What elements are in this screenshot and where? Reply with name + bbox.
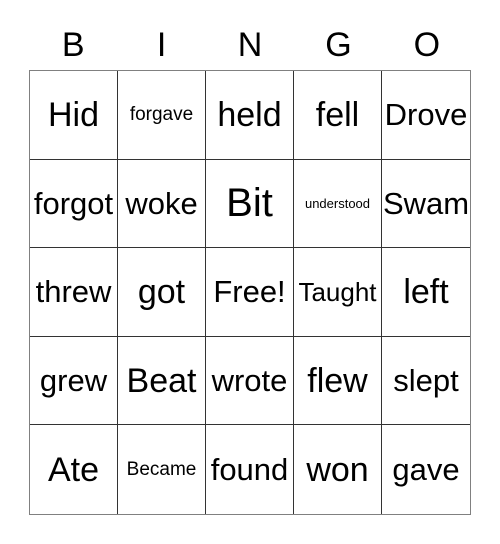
bingo-cell[interactable]: gave xyxy=(382,425,470,514)
bingo-cell[interactable]: got xyxy=(118,248,206,337)
bingo-cell-label: Became xyxy=(126,459,197,481)
bingo-cell[interactable]: Bit xyxy=(206,159,294,249)
bingo-cell-label: Free! xyxy=(213,274,286,310)
bingo-cell-label: gave xyxy=(392,452,460,488)
bingo-cell-label: threw xyxy=(35,274,112,310)
header-letter-g: G xyxy=(325,26,352,64)
bingo-cell-label: fell xyxy=(315,95,360,134)
bingo-cell[interactable]: Taught xyxy=(294,248,382,337)
bingo-cell-label: held xyxy=(217,95,282,134)
bingo-cell[interactable]: slept xyxy=(382,336,470,426)
bingo-cell[interactable]: left xyxy=(382,248,470,337)
bingo-cell[interactable]: flew xyxy=(294,336,382,426)
bingo-cell-label: Swam xyxy=(382,185,470,221)
bingo-cell-label: flew xyxy=(307,361,368,400)
bingo-cell[interactable]: understood xyxy=(294,159,382,249)
bingo-cell[interactable]: forgot xyxy=(30,159,118,249)
bingo-cell-label: wrote xyxy=(211,363,288,399)
bingo-cell-label: slept xyxy=(393,363,459,399)
bingo-cell[interactable]: held xyxy=(206,71,294,160)
bingo-header-row: B I N G O xyxy=(29,20,471,70)
bingo-cell[interactable]: wrote xyxy=(206,336,294,426)
bingo-cell-label: Hid xyxy=(47,95,100,134)
bingo-cell-label: Beat xyxy=(126,361,197,400)
bingo-cell[interactable]: Hid xyxy=(30,71,118,160)
bingo-cell-label: Bit xyxy=(226,181,273,226)
bingo-cell-label: forgot xyxy=(33,185,114,221)
bingo-cell-label: found xyxy=(210,452,289,488)
bingo-cell-free-space[interactable]: Free! xyxy=(206,248,294,337)
bingo-cell-label: left xyxy=(403,272,449,311)
bingo-cell[interactable]: Swam xyxy=(382,159,470,249)
bingo-cell-label: Taught xyxy=(298,276,377,307)
bingo-cell[interactable]: Ate xyxy=(30,425,118,514)
bingo-cell-label: grew xyxy=(39,363,108,399)
bingo-cell[interactable]: Became xyxy=(118,425,206,514)
header-letter-b: B xyxy=(61,26,85,64)
bingo-cell[interactable]: Beat xyxy=(118,336,206,426)
bingo-cell[interactable]: forgave xyxy=(118,71,206,160)
bingo-cell-label: woke xyxy=(125,185,198,221)
bingo-cell[interactable]: Drove xyxy=(382,71,470,160)
bingo-cell-label: Drove xyxy=(384,97,468,133)
bingo-cell-label: won xyxy=(306,450,369,489)
bingo-cell-label: forgave xyxy=(129,104,194,126)
bingo-cell-label: understood xyxy=(304,195,371,211)
bingo-cell[interactable]: won xyxy=(294,425,382,514)
header-letter-n: N xyxy=(237,26,263,64)
bingo-cell[interactable]: grew xyxy=(30,336,118,426)
bingo-cell[interactable]: fell xyxy=(294,71,382,160)
bingo-cell[interactable]: found xyxy=(206,425,294,514)
header-letter-i: I xyxy=(156,26,167,64)
header-letter-o: O xyxy=(413,26,441,64)
bingo-cell-label: Ate xyxy=(47,450,100,489)
bingo-grid: Hid forgave held fell Drove forgot woke … xyxy=(29,70,471,515)
bingo-card: B I N G O Hid forgave held fell Drove fo… xyxy=(0,0,500,544)
bingo-cell[interactable]: threw xyxy=(30,248,118,337)
bingo-cell[interactable]: woke xyxy=(118,159,206,249)
bingo-cell-label: got xyxy=(137,272,186,311)
